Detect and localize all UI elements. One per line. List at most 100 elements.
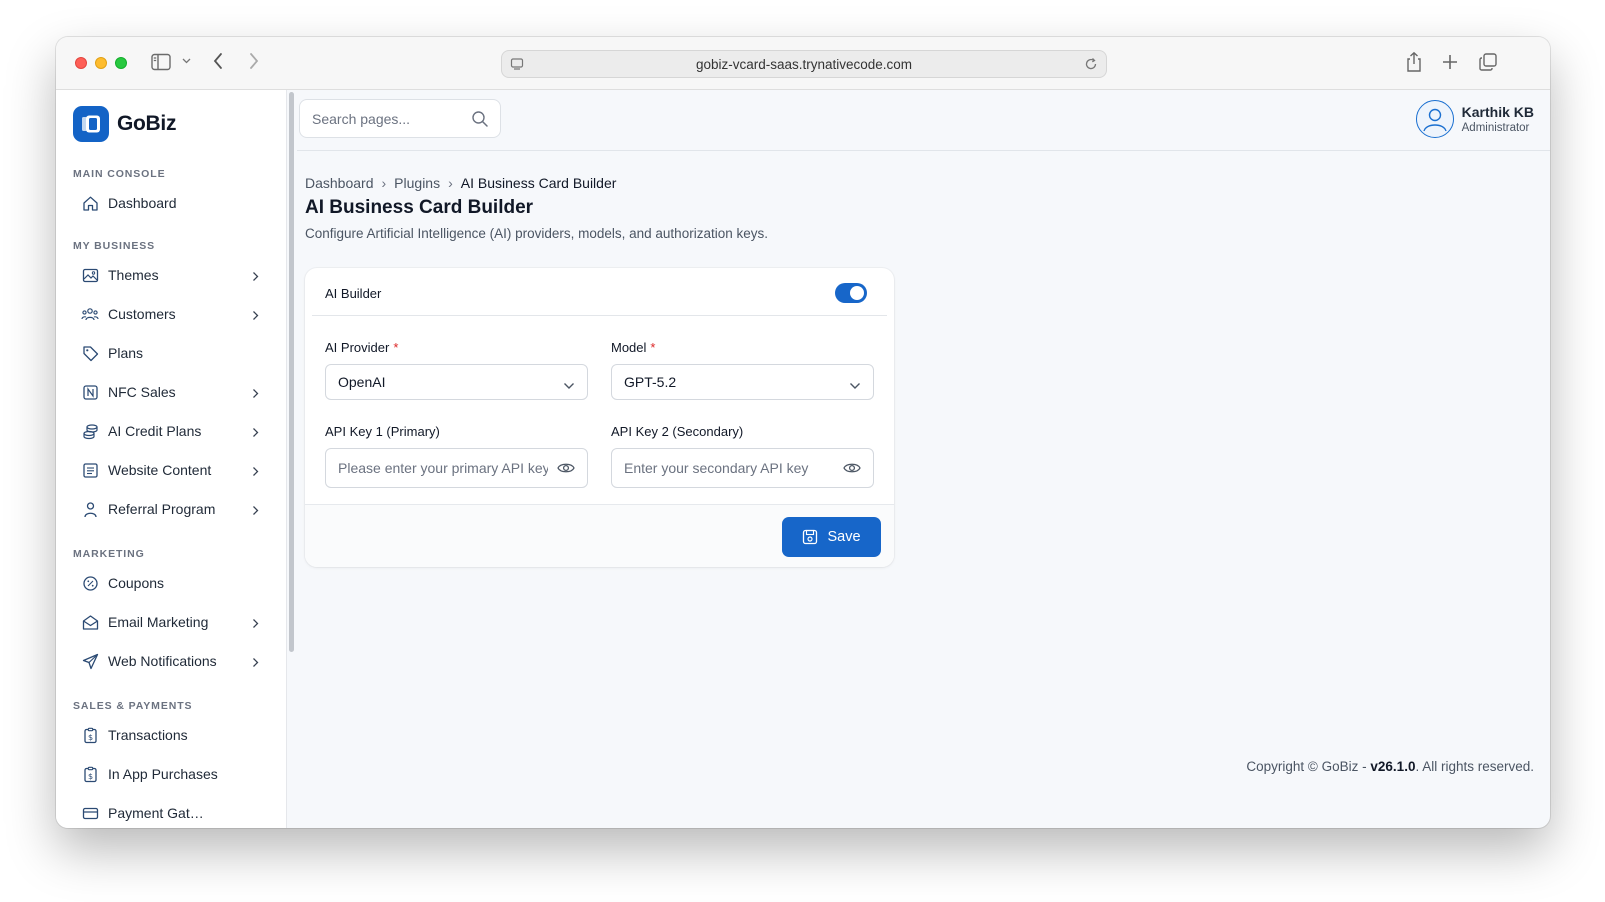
chevron-right-icon [252,464,259,482]
card-footer: Save [305,505,894,567]
app-header: Karthik KB Administrator [297,90,1550,151]
nfc-icon [81,383,99,401]
section-label-marketing: MARKETING [73,548,145,560]
home-icon [81,194,99,212]
search-input[interactable] [312,110,462,127]
sidebar-scrollbar-thumb[interactable] [289,92,294,652]
sidebar-item-web-notifications[interactable]: Web Notifications [73,644,269,678]
model-select[interactable]: GPT-5.2 [611,364,874,400]
api-key-2-field[interactable] [611,448,874,488]
share-icon[interactable] [1405,51,1423,73]
divider [312,315,887,316]
breadcrumb-dashboard-link[interactable]: Dashboard [305,175,374,191]
address-bar[interactable]: gobiz-vcard-saas.trynativecode.com [501,50,1107,78]
required-mark: * [393,340,399,355]
chevron-right-icon [252,655,259,673]
api-key-1-label: API Key 1 (Primary) [325,424,440,439]
card-icon [81,804,99,822]
site-settings-icon[interactable] [510,57,524,74]
coins-icon [81,422,99,440]
ai-builder-card: AI Builder AI Provider * OpenAI Model * GP… [305,268,894,567]
api-key-2-label: API Key 2 (Secondary) [611,424,744,439]
sidebar-item-themes[interactable]: Themes [73,258,269,292]
sidebar-item-ai-credit-plans[interactable]: AI Credit Plans [73,414,269,448]
user-role: Administrator [1461,122,1530,134]
save-button[interactable]: Save [782,517,881,557]
sidebar-item-coupons[interactable]: Coupons [73,566,269,600]
eye-icon[interactable] [843,461,861,480]
document-icon [81,461,99,479]
model-value: GPT-5.2 [624,374,677,390]
minimize-window-button[interactable] [95,57,107,69]
save-label: Save [827,529,861,545]
url-text: gobiz-vcard-saas.trynativecode.com [695,56,913,72]
sidebar: GoBiz MAIN CONSOLE Dashboard MY BUSINESS… [56,90,287,828]
api-key-1-input[interactable] [338,460,548,476]
users-icon [81,305,99,323]
sidebar-item-dashboard[interactable]: Dashboard [73,186,269,220]
section-label-my-business: MY BUSINESS [73,240,156,252]
forward-arrow-icon[interactable] [248,52,260,70]
api-key-2-input[interactable] [624,460,834,476]
sidebar-item-email-marketing[interactable]: Email Marketing [73,605,269,639]
brand[interactable]: GoBiz [73,106,176,142]
person-icon [81,500,99,518]
ai-builder-toggle[interactable] [835,283,867,303]
ai-provider-label: AI Provider * [325,340,399,355]
new-tab-icon[interactable] [1441,53,1459,71]
tag-icon [81,344,99,362]
percent-icon [81,574,99,592]
chevron-down-icon [849,377,861,393]
image-icon [81,266,99,284]
user-menu[interactable]: Karthik KB Administrator [1415,100,1534,138]
breadcrumb-current: AI Business Card Builder [460,175,617,191]
required-mark: * [650,340,656,355]
tab-overview-icon[interactable] [1478,52,1498,72]
send-icon [81,652,99,670]
breadcrumb: Dashboard › Plugins › AI Business Card B… [305,175,616,191]
svg-text:$: $ [87,772,92,781]
eye-icon[interactable] [557,461,575,480]
chevron-down-icon[interactable] [182,57,191,65]
chevron-right-icon [252,616,259,634]
search-box[interactable] [299,99,501,138]
sidebar-toggle-icon[interactable] [151,53,171,71]
brand-name: GoBiz [117,112,177,135]
sidebar-item-customers[interactable]: Customers [73,297,269,331]
app-version: v26.1.0 [1370,759,1416,774]
browser-window: gobiz-vcard-saas.trynativecode.com GoBiz… [56,37,1550,828]
ai-provider-select[interactable]: OpenAI [325,364,588,400]
save-icon [802,529,818,545]
sidebar-item-referral-program[interactable]: Referral Program [73,492,269,526]
maximize-window-button[interactable] [115,57,127,69]
sidebar-item-payment-gateways[interactable]: Payment Gat… [73,796,269,828]
mail-icon [81,613,99,631]
sidebar-item-plans[interactable]: Plans [73,336,269,370]
reload-icon[interactable] [1084,57,1098,74]
sidebar-item-website-content[interactable]: Website Content [73,453,269,487]
model-label: Model * [611,340,656,355]
svg-text:$: $ [87,733,92,742]
sidebar-item-transactions[interactable]: $ Transactions [73,718,269,752]
chevron-right-icon [252,503,259,521]
back-arrow-icon[interactable] [212,52,224,70]
sidebar-item-in-app-purchases[interactable]: $ In App Purchases [73,757,269,791]
footer-copyright: Copyright © GoBiz - v26.1.0. All rights … [1246,759,1534,774]
chevron-right-icon [252,269,259,287]
chevron-right-icon [252,386,259,404]
close-window-button[interactable] [75,57,87,69]
chevron-right-icon [252,308,259,326]
api-key-1-field[interactable] [325,448,588,488]
page-description: Configure Artificial Intelligence (AI) p… [305,226,768,241]
breadcrumb-separator-icon: › [381,175,387,191]
browser-toolbar: gobiz-vcard-saas.trynativecode.com [56,37,1550,90]
toggle-knob [850,286,864,300]
ai-builder-label: AI Builder [325,286,382,301]
brand-logo-icon [73,106,109,142]
breadcrumb-plugins-link[interactable]: Plugins [394,175,440,191]
avatar[interactable] [1415,100,1454,138]
search-icon[interactable] [471,110,489,133]
ai-provider-value: OpenAI [338,374,386,390]
section-label-sales-payments: SALES & PAYMENTS [73,700,193,712]
sidebar-item-nfc-sales[interactable]: NFC Sales [73,375,269,409]
